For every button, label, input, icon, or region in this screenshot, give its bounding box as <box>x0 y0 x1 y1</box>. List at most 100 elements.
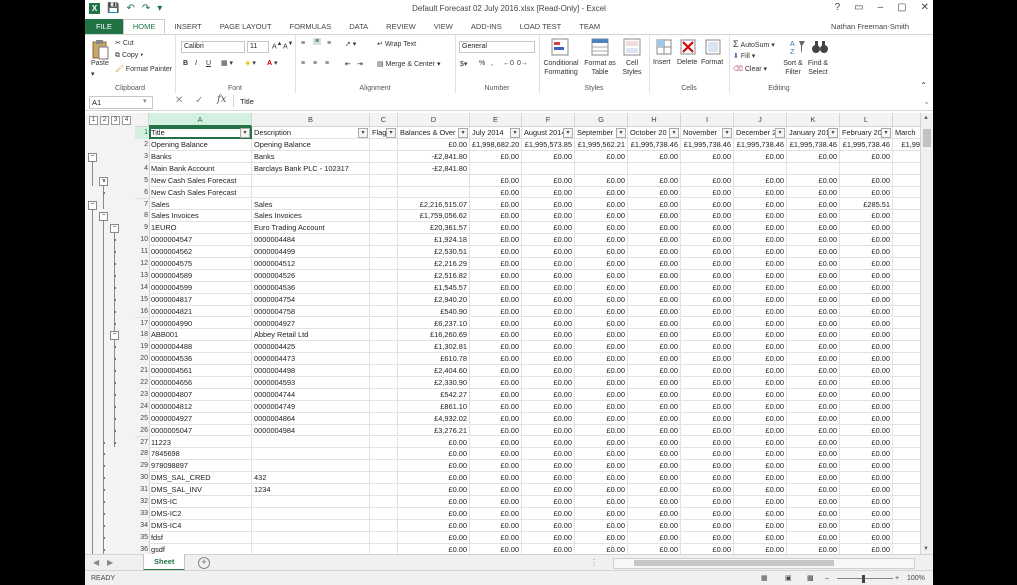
tab-home[interactable]: HOME <box>122 19 166 34</box>
user-name[interactable]: Nathan Freeman-Smith <box>831 19 909 34</box>
table-cell[interactable]: 0000004990 <box>149 317 252 330</box>
table-cell[interactable]: £0.00 <box>522 365 575 377</box>
table-cell[interactable] <box>787 162 840 175</box>
format-painter-button[interactable]: 🖌 Format Painter <box>115 65 172 73</box>
paste-button[interactable]: Paste <box>91 60 109 67</box>
table-cell[interactable]: £0.00 <box>787 448 840 461</box>
table-cell[interactable]: 0000004744 <box>252 388 370 401</box>
table-cell[interactable]: £0.00 <box>840 341 893 354</box>
table-cell[interactable]: £0.00 <box>628 507 681 520</box>
table-cell[interactable]: £0.00 <box>681 222 734 235</box>
table-cell[interactable]: £0.00 <box>787 412 840 425</box>
table-cell[interactable] <box>893 388 923 401</box>
table-cell[interactable] <box>370 246 398 258</box>
table-cell[interactable]: £0.00 <box>734 150 787 163</box>
table-cell[interactable]: £0.00 <box>470 305 522 318</box>
filter-dropdown-icon[interactable]: ▾ <box>775 128 785 138</box>
table-cell[interactable]: £0.00 <box>628 210 681 223</box>
table-cell[interactable]: £0.00 <box>681 150 734 163</box>
outline-level-2-button[interactable]: 2 <box>100 116 109 125</box>
table-cell[interactable] <box>370 329 398 342</box>
table-cell[interactable]: £0.00 <box>628 519 681 532</box>
table-cell[interactable]: £0.00 <box>734 412 787 425</box>
table-cell[interactable] <box>370 531 398 544</box>
table-cell[interactable]: £0.00 <box>840 281 893 294</box>
table-cell[interactable] <box>252 448 370 461</box>
table-cell[interactable]: £0.00 <box>681 210 734 223</box>
table-cell[interactable] <box>893 234 923 247</box>
table-cell[interactable]: 0000004512 <box>252 258 370 270</box>
table-cell[interactable] <box>370 436 398 449</box>
table-cell[interactable]: Opening Balance <box>149 139 252 151</box>
table-cell[interactable]: £0.00 <box>628 186 681 199</box>
table-cell[interactable]: 0000004425 <box>252 341 370 354</box>
table-cell[interactable]: £0.00 <box>628 246 681 258</box>
table-cell[interactable]: £0.00 <box>840 150 893 163</box>
table-cell[interactable] <box>370 341 398 354</box>
table-cell[interactable] <box>893 448 923 461</box>
table-cell[interactable]: £2,516.82 <box>398 269 470 282</box>
table-cell[interactable]: £0.00 <box>575 436 628 449</box>
add-sheet-button[interactable]: + <box>198 557 210 569</box>
table-cell[interactable]: 0000004864 <box>252 412 370 425</box>
table-cell[interactable] <box>370 507 398 520</box>
table-cell[interactable]: £0.00 <box>470 543 522 554</box>
table-cell[interactable] <box>370 519 398 532</box>
table-cell[interactable]: £0.00 <box>470 436 522 449</box>
table-cell[interactable]: £0.00 <box>522 472 575 485</box>
bottom-align-icon[interactable]: ≡ <box>327 40 331 47</box>
table-cell[interactable]: £0.00 <box>840 460 893 473</box>
table-cell[interactable]: £0.00 <box>734 234 787 247</box>
table-cell[interactable]: £0.00 <box>522 341 575 354</box>
delete-button[interactable]: Delete <box>677 59 697 66</box>
field-header-cell[interactable]: February 20 ▾ <box>840 127 893 139</box>
table-cell[interactable]: £0.00 <box>522 329 575 342</box>
table-cell[interactable]: £0.00 <box>681 484 734 496</box>
table-cell[interactable] <box>252 436 370 449</box>
table-cell[interactable] <box>893 484 923 496</box>
page-break-view-icon[interactable]: ▩ <box>807 571 814 585</box>
table-cell[interactable]: £542.27 <box>398 388 470 401</box>
table-cell[interactable]: £1,995,738.46 <box>787 139 840 151</box>
table-cell[interactable]: £0.00 <box>522 400 575 413</box>
vertical-scroll-thumb[interactable] <box>923 129 931 147</box>
filter-dropdown-icon[interactable]: ▾ <box>563 128 573 138</box>
table-cell[interactable] <box>893 329 923 342</box>
table-cell[interactable]: £0.00 <box>575 246 628 258</box>
table-cell[interactable]: £0.00 <box>398 448 470 461</box>
column-header-F[interactable]: F <box>522 113 575 127</box>
column-header-L[interactable]: L <box>840 113 893 127</box>
table-cell[interactable]: £0.00 <box>681 258 734 270</box>
tab-add-ins[interactable]: ADD-INS <box>462 19 511 34</box>
table-cell[interactable]: £0.00 <box>681 531 734 544</box>
table-cell[interactable]: gsdf <box>149 543 252 554</box>
table-cell[interactable]: £0.00 <box>840 246 893 258</box>
table-cell[interactable]: 0000004561 <box>149 365 252 377</box>
table-cell[interactable]: £0.00 <box>681 472 734 485</box>
collapse-group-button[interactable]: − <box>99 212 108 222</box>
table-cell[interactable] <box>681 162 734 175</box>
table-cell[interactable]: £0.00 <box>575 234 628 247</box>
table-cell[interactable]: £0.00 <box>840 472 893 485</box>
table-cell[interactable]: 7845698 <box>149 448 252 461</box>
table-cell[interactable]: £0.00 <box>575 365 628 377</box>
table-cell[interactable]: £0.00 <box>522 258 575 270</box>
table-cell[interactable]: £0.00 <box>787 436 840 449</box>
table-cell[interactable]: £0.00 <box>734 400 787 413</box>
table-cell[interactable]: £0.00 <box>628 543 681 554</box>
table-cell[interactable]: £0.00 <box>787 496 840 508</box>
table-cell[interactable]: £0.00 <box>787 484 840 496</box>
table-cell[interactable]: £0.00 <box>681 543 734 554</box>
table-cell[interactable] <box>893 496 923 508</box>
table-cell[interactable]: £0.00 <box>734 317 787 330</box>
table-cell[interactable] <box>893 258 923 270</box>
table-cell[interactable]: £0.00 <box>787 305 840 318</box>
table-cell[interactable] <box>252 531 370 544</box>
table-cell[interactable]: £0.00 <box>628 496 681 508</box>
table-cell[interactable]: £0.00 <box>628 412 681 425</box>
zoom-in-icon[interactable]: + <box>895 571 899 585</box>
table-cell[interactable] <box>370 543 398 554</box>
table-cell[interactable]: £0.00 <box>522 150 575 163</box>
table-cell[interactable]: £0.00 <box>787 353 840 366</box>
table-cell[interactable]: £0.00 <box>681 496 734 508</box>
